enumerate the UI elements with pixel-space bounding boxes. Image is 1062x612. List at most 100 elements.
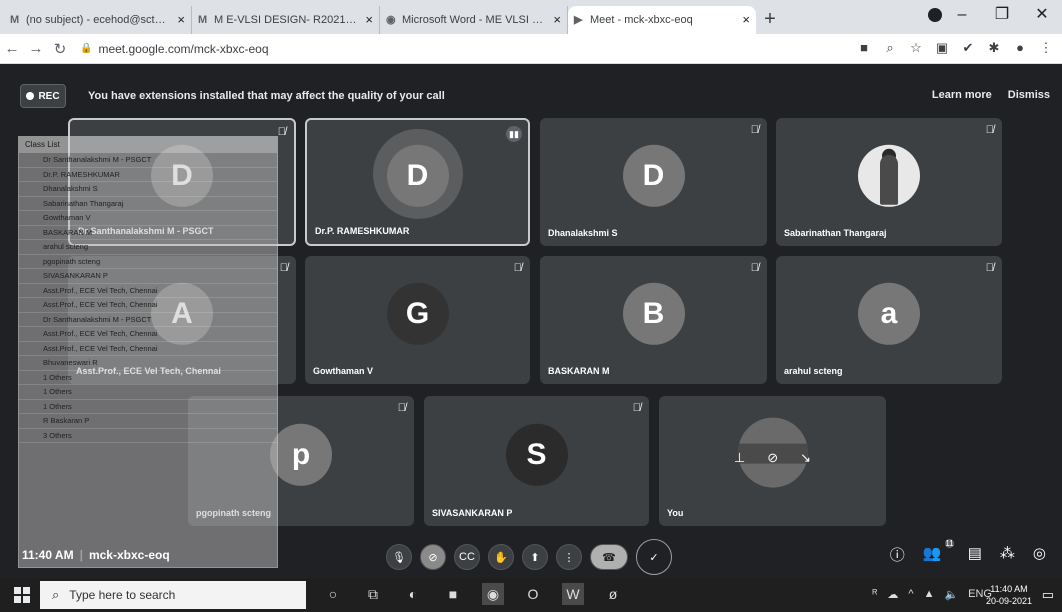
info-icon[interactable]: ⓘ xyxy=(890,544,905,565)
camera-icon[interactable]: ■ xyxy=(856,40,872,56)
taskbar-search-input[interactable]: ⌕ Type here to search xyxy=(40,581,306,609)
participant-name: Dr.P. RAMESHKUMAR xyxy=(315,226,410,236)
camera-off-button[interactable]: ⊘ xyxy=(420,544,446,570)
participant-tile[interactable]: 🎙̸ a arahul scteng xyxy=(776,256,1002,384)
participant-name: SIVASANKARAN P xyxy=(432,508,513,518)
self-view-tile[interactable]: ⊥ ⊘ ↘ You xyxy=(659,396,886,526)
cortana-icon[interactable]: ○ xyxy=(322,583,344,605)
mic-off-icon: 🎙̸ xyxy=(632,402,641,414)
dismiss-button[interactable]: Dismiss xyxy=(1008,89,1050,101)
reload-icon[interactable]: ↻ xyxy=(48,40,72,58)
check-extension-icon[interactable]: ✔ xyxy=(960,40,976,56)
list-item: pgopinath scteng xyxy=(19,255,277,269)
close-tab-icon[interactable]: × xyxy=(553,12,561,27)
new-tab-button[interactable]: + xyxy=(756,6,784,34)
participant-tile[interactable]: 🎙̸ D Dhanalakshmi S xyxy=(540,118,767,246)
participant-tile[interactable]: ▮▮ D Dr.P. RAMESHKUMAR xyxy=(305,118,530,246)
globe-icon: ◉ xyxy=(386,14,396,26)
opera-icon[interactable]: O xyxy=(522,583,544,605)
gmail-icon: M xyxy=(10,14,20,26)
tab-label: M E-VLSI DESIGN- R2021-CURR xyxy=(214,14,357,26)
mic-off-icon: 🎙̸ xyxy=(985,124,994,136)
pin-icon[interactable]: ⊥ xyxy=(734,450,745,466)
activities-icon[interactable]: ⁂ xyxy=(1000,544,1015,565)
file-explorer-icon[interactable]: ■ xyxy=(442,583,464,605)
list-item: Dr Santhanalakshmi M - PSGCT xyxy=(19,313,277,327)
list-item: BASKARAN M xyxy=(19,226,277,240)
close-tab-icon[interactable]: × xyxy=(742,12,750,27)
lock-icon[interactable]: 🔒 xyxy=(80,43,92,54)
minimize-icon[interactable]: – xyxy=(942,0,982,30)
taskbar-date: 20-09-2021 xyxy=(985,596,1032,606)
captions-button[interactable]: CC xyxy=(454,544,480,570)
bookmark-star-icon[interactable]: ☆ xyxy=(908,40,924,56)
people-icon[interactable]: 👥11 xyxy=(923,539,954,565)
learn-more-link[interactable]: Learn more xyxy=(932,89,992,101)
extension-check-button[interactable]: ✓ xyxy=(636,539,672,575)
participant-name: BASKARAN M xyxy=(548,366,610,376)
address-bar[interactable]: 🔒 meet.google.com/mck-xbxc-eoq xyxy=(80,38,800,60)
leave-call-button[interactable]: ☎ xyxy=(590,544,628,570)
network-icon[interactable]: ▲ xyxy=(924,588,935,601)
tab-label: Microsoft Word - ME VLSI CURR xyxy=(402,14,545,26)
avatar-icon[interactable]: ● xyxy=(1012,40,1028,56)
close-window-icon[interactable]: ✕ xyxy=(1022,0,1062,30)
participant-name: You xyxy=(667,508,684,518)
list-item: Asst.Prof., ECE Vel Tech, Chennai xyxy=(19,342,277,356)
participant-name: arahul scteng xyxy=(784,366,843,376)
volume-icon[interactable]: 🔈 xyxy=(944,588,958,601)
mic-off-icon: 🎙̸ xyxy=(750,262,759,274)
people-tray-icon[interactable]: ᴿ xyxy=(872,588,877,601)
participant-tile[interactable]: 🎙̸ B BASKARAN M xyxy=(540,256,767,384)
puzzle-icon[interactable]: ✱ xyxy=(986,40,1002,56)
chat-icon[interactable]: ▤ xyxy=(968,544,982,565)
meet-icon: ▶ xyxy=(574,14,583,26)
participant-tile[interactable]: 🎙̸ S SIVASANKARAN P xyxy=(424,396,649,526)
collapse-icon[interactable]: ↘ xyxy=(800,450,811,466)
onedrive-icon[interactable]: ☁ xyxy=(887,588,898,601)
mic-off-icon: 🎙̸ xyxy=(513,262,522,274)
tab-word[interactable]: ◉ Microsoft Word - ME VLSI CURR × xyxy=(380,6,568,34)
windows-taskbar: ⌕ Type here to search ○ ⧉ ◐ ■ ◉ O W ø ᴿ … xyxy=(0,578,1062,612)
tab-meet[interactable]: ▶ Meet - mck-xbxc-eoq × xyxy=(568,6,756,34)
close-tab-icon[interactable]: × xyxy=(177,12,185,27)
avatar: B xyxy=(622,282,685,345)
notification-icon[interactable]: ▭ xyxy=(1042,587,1054,603)
maximize-icon[interactable]: ❐ xyxy=(982,0,1022,30)
chrome-icon[interactable]: ◉ xyxy=(482,583,504,605)
windows-start-icon[interactable] xyxy=(14,587,30,603)
search-icon: ⌕ xyxy=(52,587,60,602)
notice-text: You have extensions installed that may a… xyxy=(88,90,445,102)
avatar: p xyxy=(270,423,332,486)
close-tab-icon[interactable]: × xyxy=(365,12,373,27)
present-button[interactable]: ⬆ xyxy=(522,544,548,570)
mic-off-icon[interactable]: ⊘ xyxy=(767,450,778,466)
menu-icon[interactable]: ⋮ xyxy=(1038,40,1054,56)
list-item: Asst.Prof., ECE Vel Tech, Chennai xyxy=(19,327,277,342)
participant-tile[interactable]: 🎙̸ G Gowthaman V xyxy=(305,256,530,384)
rec-label: REC xyxy=(38,90,60,102)
tab-vlsi-curriculum[interactable]: M M E-VLSI DESIGN- R2021-CURR × xyxy=(192,6,380,34)
tab-gmail[interactable]: M (no subject) - ecehod@sctengc × xyxy=(4,6,192,34)
raise-hand-button[interactable]: ✋ xyxy=(488,544,514,570)
taskbar-clock[interactable]: 11:40 AM 20-09-2021 xyxy=(986,583,1032,607)
search-placeholder: Type here to search xyxy=(69,588,176,602)
task-view-icon[interactable]: ⧉ xyxy=(362,583,384,605)
zoom-icon[interactable]: ⌕ xyxy=(882,40,898,56)
show-hidden-icons-icon[interactable]: ^ xyxy=(908,588,913,601)
more-options-button[interactable]: ⋮ xyxy=(556,544,582,570)
app-icon[interactable]: ø xyxy=(602,583,624,605)
participant-tile[interactable]: 🎙̸ Sabarinathan Thangaraj xyxy=(776,118,1002,246)
avatar: G xyxy=(386,282,449,345)
host-controls-icon[interactable]: ◎ xyxy=(1033,544,1046,565)
mic-toggle-button[interactable]: 🎙 xyxy=(386,544,412,570)
edge-icon[interactable]: ◐ xyxy=(402,583,424,605)
extension-icon[interactable]: ▣ xyxy=(934,40,950,56)
profile-icon[interactable] xyxy=(928,8,942,22)
back-icon[interactable]: ← xyxy=(0,40,24,57)
forward-icon[interactable]: → xyxy=(24,40,48,57)
list-item: R Baskaran P xyxy=(19,414,277,429)
participant-name: Dhanalakshmi S xyxy=(548,228,618,238)
word-icon[interactable]: W xyxy=(562,583,584,605)
browser-tab-strip: M (no subject) - ecehod@sctengc × M M E-… xyxy=(0,0,1062,34)
